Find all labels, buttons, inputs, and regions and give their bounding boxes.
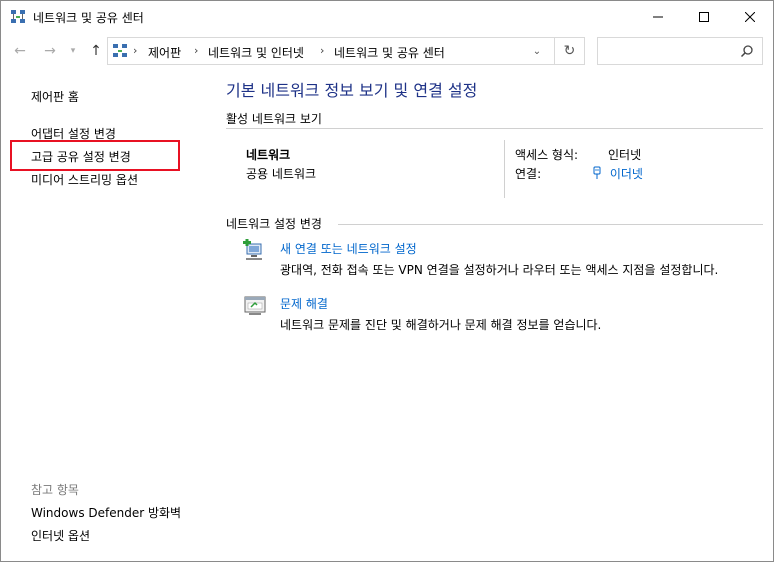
troubleshoot-link[interactable]: 문제 해결: [280, 295, 328, 312]
refresh-button[interactable]: ↻: [554, 38, 584, 64]
breadcrumb-network-sharing-center[interactable]: 네트워크 및 공유 센터: [334, 44, 445, 61]
network-app-icon: [11, 10, 25, 23]
ethernet-icon: [593, 166, 601, 179]
close-button[interactable]: [727, 1, 773, 32]
see-also-heading: 참고 항목: [31, 483, 79, 497]
access-type-label: 액세스 형식:: [515, 148, 579, 162]
recent-locations-button[interactable]: ▾: [65, 40, 81, 62]
back-button[interactable]: ←: [9, 40, 31, 62]
address-bar[interactable]: › 제어판 › 네트워크 및 인터넷 › 네트워크 및 공유 센터 ⌄ ↻: [107, 37, 585, 65]
change-settings-header: 네트워크 설정 변경: [226, 217, 322, 231]
up-button[interactable]: ↑: [85, 40, 107, 62]
page-title: 기본 네트워크 정보 보기 및 연결 설정: [226, 81, 478, 100]
chevron-down-icon: ⌄: [532, 45, 542, 57]
new-connection-description: 광대역, 전화 접속 또는 VPN 연결을 설정하거나 라우터 또는 액세스 지…: [280, 263, 719, 277]
ethernet-connection-link[interactable]: 이더넷: [591, 165, 643, 182]
breadcrumb-separator[interactable]: ›: [320, 44, 324, 57]
troubleshoot-icon: [244, 296, 266, 315]
troubleshoot-description: 네트워크 문제를 진단 및 해결하거나 문제 해결 정보를 얻습니다.: [280, 318, 602, 332]
internet-options-link[interactable]: 인터넷 옵션: [31, 527, 90, 544]
refresh-icon: ↻: [563, 43, 576, 59]
network-name: 네트워크: [246, 148, 291, 162]
breadcrumb-network-internet[interactable]: 네트워크 및 인터넷: [208, 44, 304, 61]
search-icon: [740, 45, 753, 58]
minimize-button[interactable]: [635, 1, 681, 32]
arrow-up-icon: ↑: [90, 43, 102, 59]
arrow-left-icon: ←: [14, 43, 26, 59]
address-dropdown-button[interactable]: ⌄: [526, 42, 548, 60]
access-type-value: 인터넷: [608, 148, 642, 162]
title-bar: 네트워크 및 공유 센터: [1, 1, 773, 32]
breadcrumb-separator[interactable]: ›: [133, 44, 137, 57]
main-content: 기본 네트워크 정보 보기 및 연결 설정 활성 네트워크 보기 네트워크 공용…: [211, 70, 773, 561]
connection-value[interactable]: 이더넷: [610, 167, 643, 181]
active-networks-header: 활성 네트워크 보기: [226, 112, 322, 126]
divider: [226, 128, 763, 129]
minimize-icon: [653, 16, 663, 17]
control-panel-home-link[interactable]: 제어판 홈: [31, 88, 79, 105]
search-input[interactable]: [597, 37, 763, 65]
media-streaming-options-link[interactable]: 미디어 스트리밍 옵션: [31, 171, 138, 188]
divider: [338, 224, 763, 225]
window-title: 네트워크 및 공유 센터: [33, 11, 144, 25]
windows-defender-firewall-link[interactable]: Windows Defender 방화벽: [31, 504, 181, 521]
chevron-down-icon: ▾: [70, 46, 76, 56]
breadcrumb-control-panel[interactable]: 제어판: [148, 44, 181, 61]
network-sharing-center-window: 네트워크 및 공유 센터 ← → ▾ ↑ › 제어판 › 네트워크 및 인터넷 …: [0, 0, 774, 562]
new-connection-icon: [243, 239, 262, 260]
connection-label: 연결:: [515, 167, 542, 181]
new-connection-link[interactable]: 새 연결 또는 네트워크 설정: [280, 240, 417, 257]
highlight-box: [10, 140, 180, 171]
close-icon: [745, 11, 755, 22]
control-panel-network-icon: [113, 44, 127, 57]
maximize-icon: [699, 11, 709, 22]
forward-button[interactable]: →: [39, 40, 61, 62]
maximize-button[interactable]: [681, 1, 727, 32]
navigation-bar: ← → ▾ ↑ › 제어판 › 네트워크 및 인터넷 › 네트워크 및 공유 센…: [1, 32, 773, 70]
breadcrumb-separator[interactable]: ›: [194, 44, 198, 57]
arrow-right-icon: →: [44, 43, 56, 59]
vertical-divider: [504, 140, 505, 198]
network-type: 공용 네트워크: [246, 167, 317, 181]
